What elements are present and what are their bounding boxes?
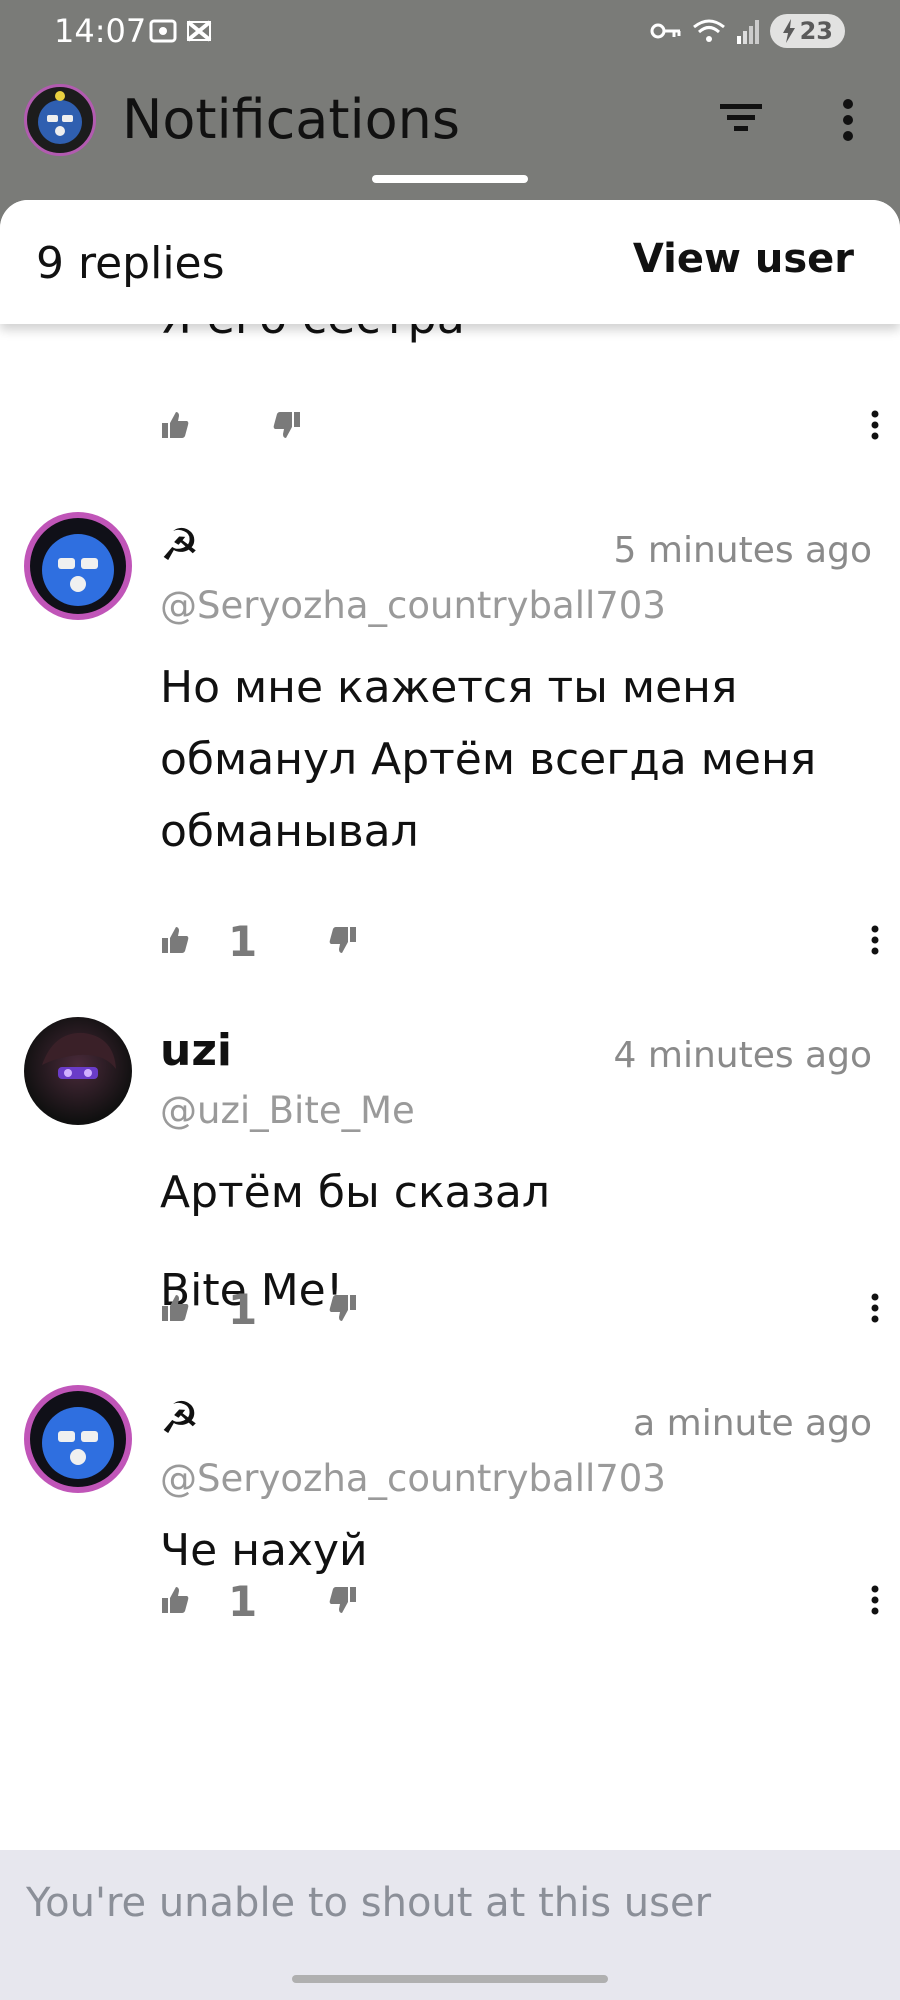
- like-count: 1: [228, 1577, 258, 1626]
- like-count: 1: [228, 917, 258, 966]
- comment-more-icon[interactable]: [870, 410, 880, 440]
- thumbs-up-icon[interactable]: [160, 1585, 190, 1615]
- signal-icon: [736, 20, 759, 44]
- comment-time: a minute ago: [633, 1403, 872, 1444]
- avatar[interactable]: [24, 512, 132, 620]
- author-name[interactable]: ☭: [160, 1393, 199, 1444]
- charging-bolt-icon: [782, 19, 795, 43]
- shout-disabled-notice: You're unable to shout at this user: [26, 1880, 712, 1926]
- thumbs-up-icon[interactable]: [160, 1293, 190, 1323]
- status-left-icons: [148, 16, 214, 46]
- countryball-icon: [42, 534, 114, 606]
- thumbs-down-icon[interactable]: [328, 925, 358, 955]
- view-user-button[interactable]: View user: [633, 236, 854, 282]
- status-right-icons: 23: [650, 14, 845, 48]
- author-name[interactable]: ☭: [160, 520, 199, 571]
- thumbs-down-icon[interactable]: [328, 1585, 358, 1615]
- wifi-icon: [692, 19, 725, 42]
- comment-text: Артём бы сказал: [160, 1167, 550, 1218]
- battery-level: 23: [799, 17, 833, 45]
- comment-more-icon[interactable]: [870, 1293, 880, 1323]
- thumbs-down-icon[interactable]: [328, 1293, 358, 1323]
- replies-list[interactable]: Я его сестра ☭ 5: [0, 200, 900, 1850]
- uzi-avatar-icon: [42, 1032, 116, 1079]
- comment-actions: 1: [160, 1577, 880, 1626]
- battery-indicator: 23: [769, 14, 845, 48]
- capcut-icon: [186, 20, 212, 42]
- avatar[interactable]: [24, 1385, 132, 1493]
- page-title: Notifications: [122, 88, 460, 151]
- comment-more-icon[interactable]: [870, 1585, 880, 1615]
- more-vert-icon[interactable]: [838, 98, 858, 142]
- thumbs-up-icon[interactable]: [160, 410, 190, 440]
- screenshot-icon: [149, 19, 177, 43]
- comment-actions: 1: [160, 917, 880, 966]
- status-bar: 14:07 23: [0, 0, 900, 64]
- countryball-icon: [42, 1407, 114, 1479]
- comment-text: Но мне кажется ты меня обманул Артём все…: [160, 662, 817, 857]
- comment-time: 5 minutes ago: [613, 530, 872, 571]
- countryball-icon: [38, 91, 82, 144]
- replies-sheet: 9 replies View user Я его сестра: [0, 200, 900, 2000]
- like-count: 1: [228, 1285, 258, 1334]
- comment-actions: [160, 410, 880, 450]
- filter-icon[interactable]: [718, 98, 764, 138]
- author-handle[interactable]: @uzi_Bite_Me: [160, 1089, 415, 1132]
- avatar[interactable]: [24, 1017, 132, 1125]
- gesture-navigation-bar[interactable]: [292, 1975, 608, 1983]
- comment-text: Че нахуй: [160, 1525, 368, 1576]
- thumbs-up-icon[interactable]: [160, 925, 190, 955]
- sheet-drag-handle[interactable]: [372, 175, 528, 183]
- author-name[interactable]: uzi: [160, 1025, 232, 1076]
- thumbs-down-icon[interactable]: [272, 410, 302, 440]
- comment-actions: 1: [160, 1285, 880, 1334]
- sheet-header: 9 replies View user: [0, 200, 900, 324]
- status-time: 14:07: [54, 12, 147, 50]
- comment-more-icon[interactable]: [870, 925, 880, 955]
- comment-time: 4 minutes ago: [613, 1035, 872, 1076]
- author-handle[interactable]: @Seryozha_countryball703: [160, 584, 666, 627]
- author-handle[interactable]: @Seryozha_countryball703: [160, 1457, 666, 1500]
- replies-count: 9 replies: [36, 238, 225, 289]
- app-bar: Notifications: [0, 70, 900, 180]
- profile-avatar[interactable]: [24, 84, 96, 156]
- vpn-key-icon: [650, 23, 681, 39]
